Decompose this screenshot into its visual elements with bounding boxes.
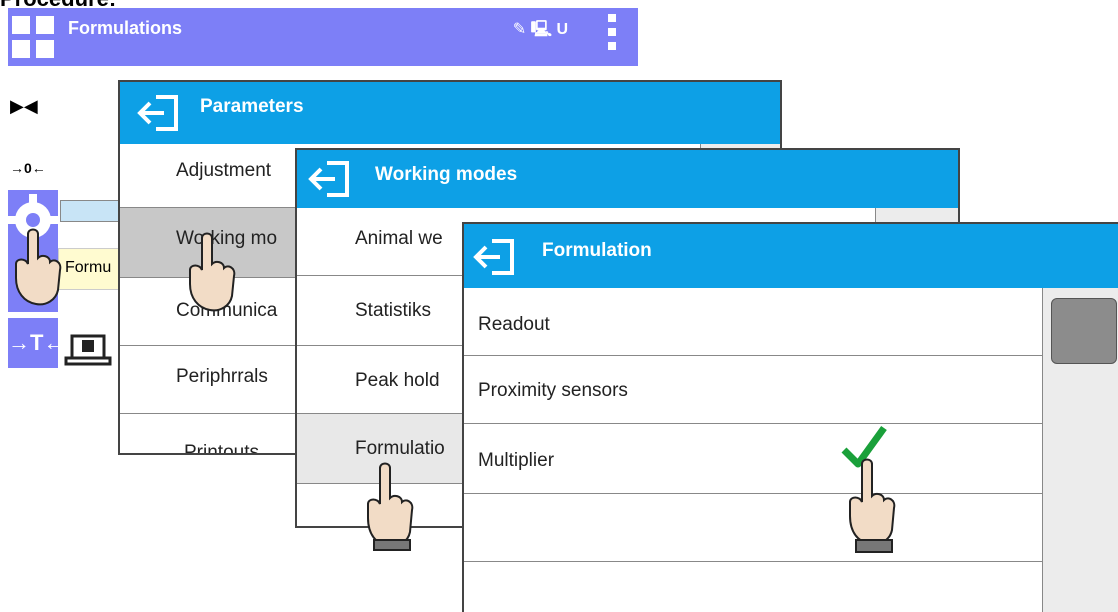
- formulation-item-readout[interactable]: Readout: [464, 288, 1042, 356]
- working-modes-header: Working modes: [297, 150, 958, 208]
- formulation-scrollbar[interactable]: [1042, 288, 1118, 612]
- pointer-hand-icon: [15, 228, 62, 306]
- formulation-item-multiplier[interactable]: Multiplier: [464, 424, 1042, 494]
- back-arrow-icon[interactable]: [136, 94, 180, 132]
- back-arrow-icon[interactable]: [472, 238, 516, 276]
- weight-calibration-icon[interactable]: [64, 330, 112, 375]
- formulation-item-empty-1: [464, 494, 1042, 562]
- list-item-label: Periphrrals: [176, 366, 268, 387]
- list-item-label: Printouts: [184, 442, 259, 455]
- tare-button[interactable]: →T←: [8, 318, 65, 368]
- pointer-hand-icon: [189, 232, 236, 312]
- formulation-header: Formulation: [464, 224, 1118, 288]
- zero-indicator-icon: →0←: [10, 160, 46, 176]
- parameters-header: Parameters: [120, 82, 780, 144]
- formulation-dialog: Formulation Readout Proximity sensors Mu…: [462, 222, 1118, 612]
- list-item-label: Adjustment: [176, 160, 272, 181]
- list-item-label: Peak hold: [355, 370, 440, 391]
- list-item-label: Multiplier: [478, 450, 555, 471]
- list-item-label: Animal we: [355, 228, 443, 249]
- formulation-item-proximity-sensors[interactable]: Proximity sensors: [464, 356, 1042, 424]
- formulation-item-empty-2: [464, 562, 1042, 612]
- list-item-label: Formulatio: [355, 438, 445, 459]
- formulation-title: Formulation: [542, 240, 652, 261]
- list-item-label: Readout: [478, 314, 550, 335]
- center-zero-icon: ▶◀: [10, 96, 38, 116]
- list-item-label: Statistiks: [355, 300, 432, 321]
- main-header: Formulations ✎ 🖳 U: [8, 8, 638, 66]
- status-icons: ✎ 🖳 U: [512, 21, 568, 38]
- pointer-hand-icon: [849, 458, 896, 553]
- menu-tiles-icon[interactable]: [12, 16, 56, 60]
- scrollbar-thumb[interactable]: [1051, 298, 1117, 364]
- working-modes-title: Working modes: [375, 164, 518, 185]
- kebab-menu-icon[interactable]: [608, 14, 616, 58]
- main-title: Formulations: [68, 18, 183, 38]
- parameters-title: Parameters: [200, 96, 304, 117]
- pointer-hand-icon: [367, 462, 414, 551]
- list-item-label: Proximity sensors: [478, 380, 628, 401]
- back-arrow-icon[interactable]: [307, 160, 351, 198]
- profile-strip-label: Formu: [65, 259, 112, 276]
